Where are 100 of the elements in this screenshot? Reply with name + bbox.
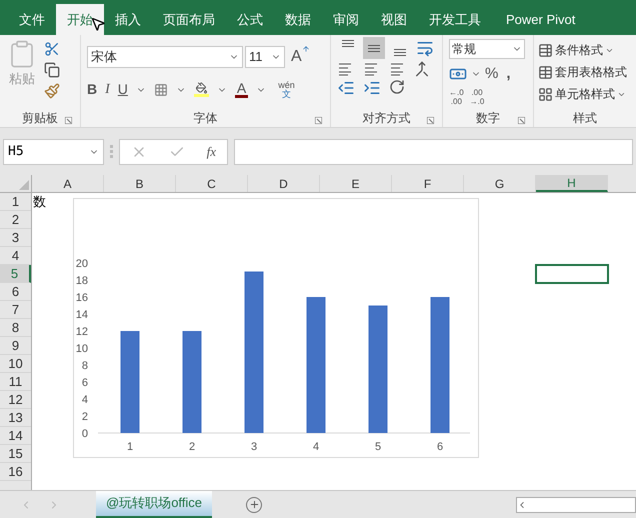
ribbon-tab[interactable]: 文件 bbox=[8, 4, 56, 35]
decrease-indent-icon[interactable] bbox=[337, 79, 355, 97]
row-header[interactable]: 8 bbox=[0, 319, 31, 337]
column-header[interactable]: F bbox=[392, 175, 464, 192]
row-header[interactable]: 5 bbox=[0, 265, 31, 283]
decrease-decimal-button[interactable]: .00 →.0 bbox=[470, 88, 484, 106]
column-header[interactable]: H bbox=[536, 175, 608, 192]
launcher-icon[interactable] bbox=[315, 117, 322, 124]
underline-button[interactable]: U bbox=[118, 79, 128, 100]
ribbon-tab[interactable]: 公式 bbox=[226, 4, 274, 35]
table-icon bbox=[538, 42, 553, 58]
number-format-field[interactable]: 常规 bbox=[449, 39, 525, 59]
copy-icon[interactable] bbox=[44, 62, 60, 78]
row-header[interactable]: 7 bbox=[0, 301, 31, 319]
row-header[interactable]: 13 bbox=[0, 409, 31, 427]
y-tick-label: 12 bbox=[76, 326, 88, 338]
y-tick-label: 20 bbox=[76, 258, 88, 270]
add-sheet-button[interactable] bbox=[246, 496, 262, 512]
x-tick-label: 1 bbox=[126, 441, 134, 453]
comma-button[interactable]: , bbox=[502, 63, 515, 86]
style-button[interactable]: 单元格样式 bbox=[538, 83, 632, 105]
cut-icon[interactable] bbox=[44, 41, 60, 57]
y-tick-label: 18 bbox=[76, 275, 88, 287]
x-tick-label: 6 bbox=[436, 441, 444, 453]
align-right-icon[interactable] bbox=[388, 61, 404, 77]
grow-font-button[interactable]: A bbox=[291, 45, 310, 69]
cell-text: 数 bbox=[33, 193, 46, 210]
row-header[interactable]: 6 bbox=[0, 283, 31, 301]
style-button[interactable]: 条件格式 bbox=[538, 39, 632, 61]
launcher-icon[interactable] bbox=[427, 117, 434, 124]
font-name-field[interactable]: 宋体 bbox=[87, 46, 243, 68]
ribbon-tab[interactable]: 数据 bbox=[274, 4, 322, 35]
ribbon-tab[interactable]: 插入 bbox=[104, 4, 152, 35]
ribbon-tab[interactable]: 页面布局 bbox=[152, 4, 226, 35]
style-button[interactable]: 套用表格格式 bbox=[538, 61, 632, 83]
sheet-tab[interactable]: @玩转职场office bbox=[96, 490, 212, 518]
horizontal-scrollbar[interactable] bbox=[516, 496, 636, 512]
bold-button[interactable]: B bbox=[87, 79, 98, 100]
formula-field[interactable] bbox=[234, 138, 633, 164]
row-header[interactable]: 2 bbox=[0, 211, 31, 229]
selected-cell[interactable] bbox=[535, 264, 609, 284]
column-header[interactable]: C bbox=[176, 175, 248, 192]
vertical-align-button[interactable] bbox=[362, 37, 385, 59]
align-center-icon[interactable] bbox=[362, 61, 379, 77]
format-painter-icon[interactable] bbox=[44, 83, 60, 99]
ribbon-tab[interactable]: 审阅 bbox=[322, 4, 370, 35]
phonetic-button[interactable]: wén 文 bbox=[278, 80, 295, 98]
y-tick-label: 0 bbox=[82, 428, 88, 440]
y-tick-label: 14 bbox=[76, 309, 88, 321]
align-icon bbox=[394, 49, 406, 56]
launcher-icon[interactable] bbox=[65, 117, 72, 124]
arrow-up-icon bbox=[302, 45, 310, 53]
splitter-icon bbox=[110, 144, 113, 158]
ribbon-tab[interactable]: 视图 bbox=[370, 4, 418, 35]
x-tick-label: 3 bbox=[250, 441, 258, 453]
row-header[interactable]: 16 bbox=[0, 463, 31, 481]
wrap-text-icon[interactable] bbox=[416, 39, 434, 57]
merge-cells-icon[interactable] bbox=[414, 61, 430, 77]
percent-button[interactable]: % bbox=[485, 63, 498, 86]
launcher-icon[interactable] bbox=[518, 117, 525, 124]
y-tick-label: 6 bbox=[82, 377, 88, 389]
increase-indent-icon[interactable] bbox=[362, 79, 381, 97]
row-header[interactable]: 10 bbox=[0, 355, 31, 373]
align-left-icon[interactable] bbox=[337, 61, 353, 77]
italic-button[interactable]: I bbox=[105, 79, 110, 100]
triangle-icon bbox=[19, 180, 29, 190]
row-header[interactable]: 15 bbox=[0, 445, 31, 463]
orientation-icon[interactable] bbox=[388, 79, 404, 95]
row-header[interactable]: 3 bbox=[0, 229, 31, 247]
group-label: 剪贴板 bbox=[22, 110, 58, 127]
column-header[interactable]: D bbox=[248, 175, 320, 192]
align-icon bbox=[368, 44, 380, 52]
y-tick-label: 2 bbox=[82, 411, 88, 423]
group-label: 样式 bbox=[573, 110, 597, 127]
row-header[interactable]: 11 bbox=[0, 373, 31, 391]
font-color-button[interactable]: A bbox=[234, 81, 248, 98]
group-label: 字体 bbox=[194, 110, 218, 127]
increase-decimal-button[interactable]: ←.0 .00 bbox=[449, 88, 464, 106]
column-header[interactable]: E bbox=[320, 175, 392, 192]
group-label: 对齐方式 bbox=[362, 110, 410, 127]
plus-icon bbox=[248, 499, 260, 510]
fill-color-icon[interactable] bbox=[194, 82, 209, 97]
ribbon-tab[interactable]: 开发工具 bbox=[418, 4, 492, 35]
row-header[interactable]: 14 bbox=[0, 427, 31, 445]
borders-icon[interactable] bbox=[154, 82, 168, 96]
name-box[interactable]: H5 bbox=[3, 138, 104, 164]
x-tick-label: 2 bbox=[188, 441, 196, 453]
y-tick-label: 4 bbox=[82, 394, 88, 406]
column-header[interactable]: A bbox=[32, 175, 104, 192]
font-size-field[interactable]: 11 bbox=[245, 46, 285, 68]
row-header[interactable]: 1 bbox=[0, 193, 31, 211]
table-icon bbox=[538, 64, 553, 80]
group-label: 数字 bbox=[476, 110, 500, 127]
insert-function-button[interactable]: fx bbox=[206, 142, 216, 162]
y-tick-label: 10 bbox=[76, 343, 88, 355]
row-header[interactable]: 9 bbox=[0, 337, 31, 355]
row-header[interactable]: 12 bbox=[0, 391, 31, 409]
column-header[interactable]: B bbox=[104, 175, 176, 192]
y-tick-label: 8 bbox=[82, 360, 88, 372]
ribbon-tab[interactable]: Power Pivot bbox=[492, 4, 590, 35]
